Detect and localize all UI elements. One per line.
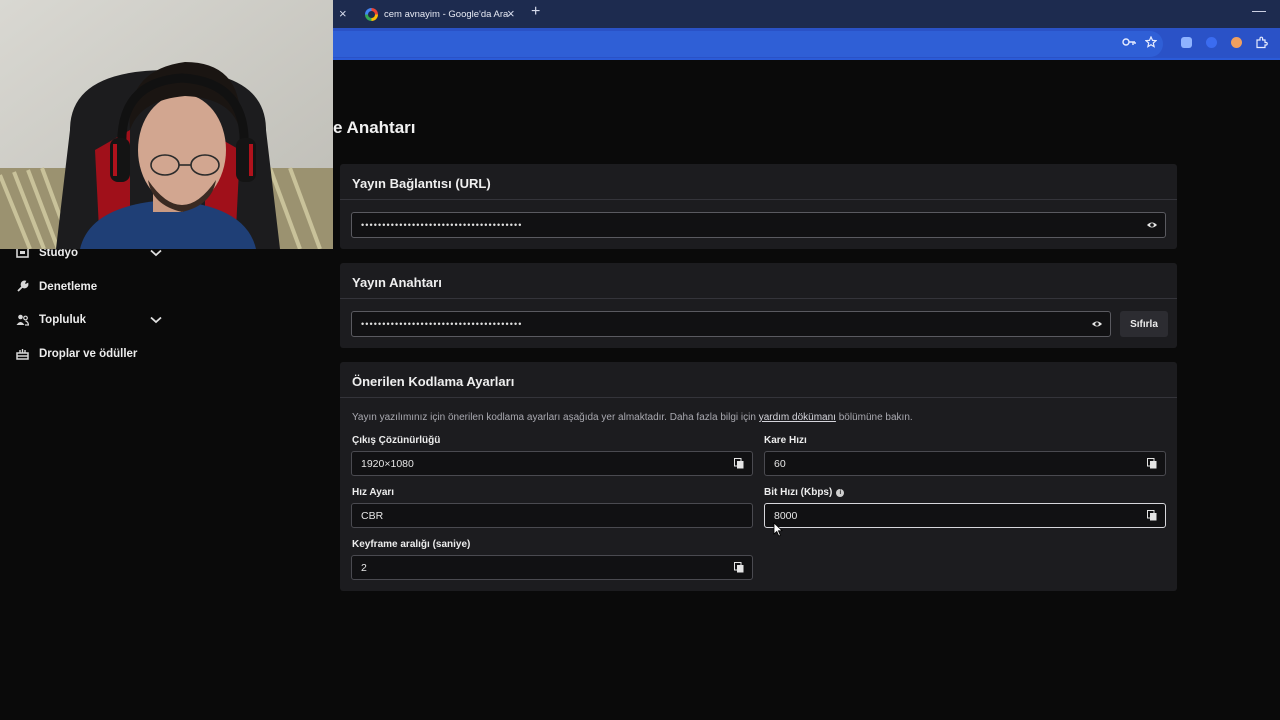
browser-tab[interactable]: cem avnayim - Google'da Ara xyxy=(359,0,523,28)
encoding-description: Yayın yazılımınız için önerilen kodlama … xyxy=(352,412,913,423)
keyframe-field[interactable]: 2 xyxy=(351,555,753,580)
reset-key-button[interactable]: Sıfırla xyxy=(1120,311,1168,337)
sidebar-item-label: Denetleme xyxy=(39,280,98,293)
chevron-down-icon[interactable] xyxy=(150,316,162,324)
bookmark-star-icon[interactable] xyxy=(1145,36,1157,48)
keyframe-label: Keyframe aralığı (saniye) xyxy=(352,539,471,550)
copy-icon[interactable] xyxy=(734,458,744,469)
framerate-label: Kare Hızı xyxy=(764,435,807,446)
resolution-field[interactable]: 1920×1080 xyxy=(351,451,753,476)
screen: × cem avnayim - Google'da Ara × + — e An… xyxy=(0,0,1280,720)
google-favicon-icon xyxy=(365,7,378,21)
stream-url-header: Yayın Bağlantısı (URL) xyxy=(340,164,1177,200)
key-icon[interactable] xyxy=(1122,36,1136,48)
stream-key-card: Yayın Anahtarı •••••••••••••••••••••••••… xyxy=(340,263,1177,348)
encoding-settings-card: Önerilen Kodlama Ayarları Yayın yazılımı… xyxy=(340,362,1177,591)
translate-extension-icon[interactable] xyxy=(1181,37,1192,48)
previous-tab-close-icon[interactable]: × xyxy=(339,6,347,21)
wrench-icon xyxy=(17,280,29,292)
sidebar-item-community[interactable]: Topluluk xyxy=(16,313,86,326)
stream-url-card: Yayın Bağlantısı (URL) •••••••••••••••••… xyxy=(340,164,1177,249)
stream-key-field[interactable]: •••••••••••••••••••••••••••••••••••••• xyxy=(351,311,1111,337)
stream-key-header: Yayın Anahtarı xyxy=(340,263,1177,299)
sidebar-item-label: Topluluk xyxy=(39,313,87,326)
webcam-overlay xyxy=(0,0,333,249)
sidebar-item-label: Droplar ve ödüller xyxy=(39,347,138,360)
sidebar-item-drops[interactable]: Droplar ve ödüller xyxy=(16,347,137,360)
resolution-label: Çıkış Çözünürlüğü xyxy=(352,435,441,446)
users-icon xyxy=(16,314,29,326)
info-icon[interactable]: i xyxy=(836,488,845,497)
new-tab-button[interactable]: + xyxy=(531,3,540,21)
stream-url-masked-value: •••••••••••••••••••••••••••••••••••••• xyxy=(361,220,523,230)
bitrate-label: Bit Hızı (Kbps) i xyxy=(764,487,845,498)
bitrate-field[interactable]: 8000 xyxy=(764,503,1166,528)
encoding-header: Önerilen Kodlama Ayarları xyxy=(340,362,1177,398)
address-bar[interactable] xyxy=(333,31,1163,57)
browser-toolbar xyxy=(333,28,1280,60)
show-url-eye-icon[interactable] xyxy=(1146,219,1158,231)
tab-title: cem avnayim - Google'da Ara xyxy=(384,8,509,20)
rate-control-label: Hız Ayarı xyxy=(352,487,395,498)
framerate-field[interactable]: 60 xyxy=(764,451,1166,476)
copy-icon[interactable] xyxy=(1147,510,1157,521)
extensions-puzzle-icon[interactable] xyxy=(1255,36,1268,49)
stream-url-field[interactable]: •••••••••••••••••••••••••••••••••••••• xyxy=(351,212,1166,238)
copy-icon[interactable] xyxy=(1147,458,1157,469)
sidebar-item-moderation[interactable]: Denetleme xyxy=(16,280,97,293)
chevron-down-icon[interactable] xyxy=(150,249,162,257)
show-key-eye-icon[interactable] xyxy=(1091,318,1103,330)
tab-close-icon[interactable]: × xyxy=(507,6,515,21)
page-title: e Anahtarı xyxy=(333,118,416,137)
profile-extension-icon[interactable] xyxy=(1231,37,1242,48)
info-extension-icon[interactable] xyxy=(1206,37,1217,48)
minimize-button[interactable]: — xyxy=(1252,2,1266,18)
mouse-cursor-icon xyxy=(773,522,783,537)
copy-icon[interactable] xyxy=(734,562,744,573)
stream-key-masked-value: •••••••••••••••••••••••••••••••••••••• xyxy=(361,319,523,329)
help-doc-link[interactable]: yardım dökümanı xyxy=(759,412,836,423)
browser-tabstrip: × cem avnayim - Google'da Ara × + — xyxy=(333,0,1280,28)
rate-control-field[interactable]: CBR xyxy=(351,503,753,528)
gift-icon xyxy=(16,349,29,360)
